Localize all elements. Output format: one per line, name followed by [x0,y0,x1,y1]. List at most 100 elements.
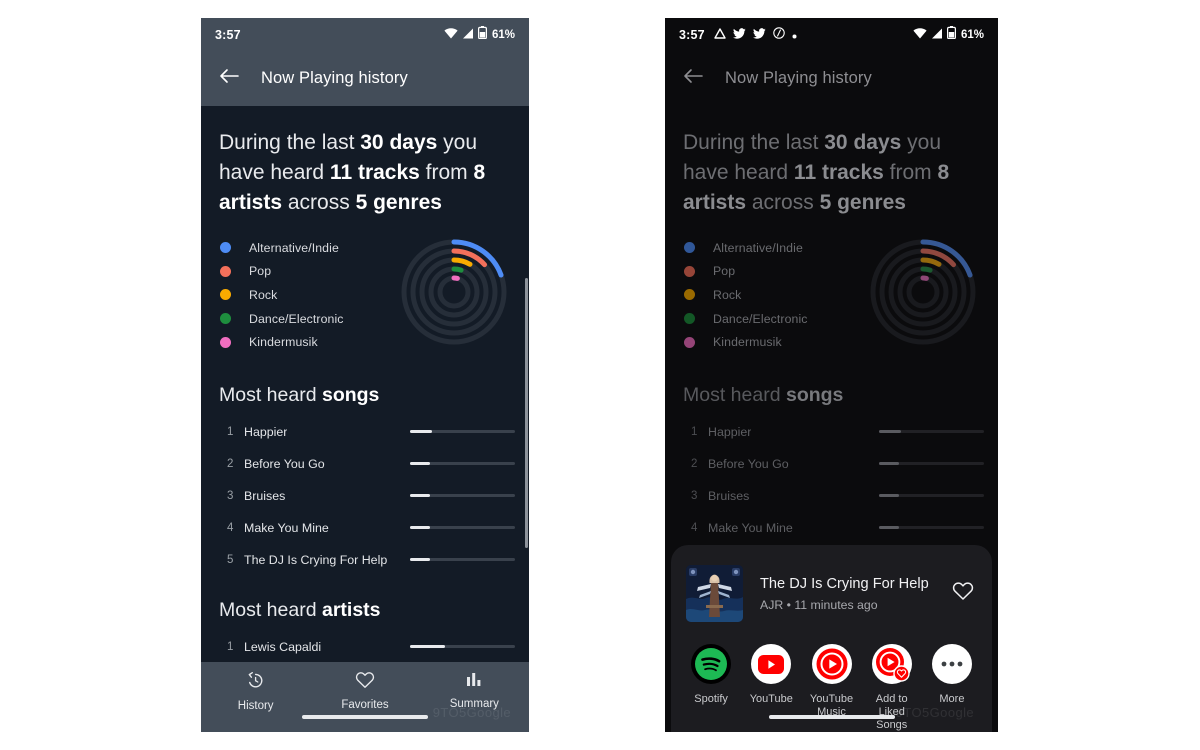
page-title: Now Playing history [725,69,872,87]
legend-color-dot [220,313,231,325]
legend-item-label: Pop [713,264,736,279]
action-spotify[interactable]: Spotify [681,644,741,732]
list-item[interactable]: 2 Before You Go [665,452,998,475]
legend-item-label: Alternative/Indie [713,240,803,255]
genre-breakdown: Alternative/Indie Pop Rock Dance/Electronic… [665,236,998,356]
back-arrow-icon[interactable] [219,68,239,89]
page-title: Now Playing history [261,69,408,87]
genre-legend: Alternative/Indie Pop Rock Dance/Electronic… [684,236,808,354]
sheet-track-row[interactable]: The DJ Is Crying For Help AJR • 11 minut… [671,545,992,622]
summary-tracks: 11 tracks [793,161,884,184]
list-item[interactable]: 4 Make You Mine [665,516,998,539]
section-title-songs: Most heard songs [201,356,529,411]
list-item[interactable]: 1 Happier [665,420,998,443]
rank-label: Make You Mine [244,520,329,535]
gesture-home-bar[interactable] [768,715,895,719]
legend-color-dot [684,336,695,348]
songs-title-light: Most heard [219,384,322,406]
artists-title-bold: artists [321,599,381,621]
phone-screenshot-left: 3:57 61% Now Playing history During the … [201,18,529,732]
list-item[interactable]: 3 Bruises [665,484,998,507]
rank-label: Lewis Capaldi [244,639,322,654]
summary-genres: 5 genres [355,191,442,214]
back-arrow-icon[interactable] [683,68,703,89]
genre-breakdown: Alternative/Indie Pop Rock Dance/Electronic… [201,236,529,356]
legend-item-label: Dance/Electronic [713,311,808,326]
legend-item: Pop [220,260,344,284]
list-item[interactable]: 4 Make You Mine [201,516,529,539]
status-time: 3:57 [215,27,241,42]
play-count-bar-fill [410,558,430,561]
legend-color-dot [684,242,695,254]
summary-days: 30 days [824,131,902,154]
legend-color-dot [220,242,231,254]
summary-mid3: across [746,191,820,214]
songs-title-light: Most heard [683,384,786,406]
play-count-bar-track [879,430,984,433]
legend-color-dot [220,336,231,348]
genre-legend: Alternative/Indie Pop Rock Dance/Electronic… [220,236,344,354]
signal-icon [462,26,474,44]
twitter-icon [752,26,766,44]
legend-item: Dance/Electronic [220,307,344,331]
genre-radial-chart [865,234,981,355]
nav-item-favorites[interactable]: Favorites [310,671,419,711]
gesture-home-bar[interactable] [302,715,428,719]
status-indicators: 61% [913,25,984,44]
watermark: 9TO5Google [895,705,974,720]
play-count-bar-fill [410,526,430,529]
list-item[interactable]: 1 Lewis Capaldi [201,635,529,658]
play-count-bar-fill [410,462,430,465]
summary-mid3: across [282,191,356,214]
legend-item-label: Rock [713,287,742,302]
legend-color-dot [220,265,231,277]
dot-icon [792,26,797,44]
home-triangle-icon [714,26,726,44]
rank-label: Bruises [708,488,750,503]
legend-item: Pop [684,260,808,284]
heart-outline-icon[interactable] [952,581,974,606]
vertical-scrollbar[interactable] [525,278,528,548]
track-title: The DJ Is Crying For Help [760,575,929,592]
list-item[interactable]: 2 Before You Go [201,452,529,475]
legend-item-label: Rock [249,287,278,302]
rank-label: Bruises [244,488,286,503]
legend-item: Kindermusik [220,330,344,354]
app-bar: Now Playing history [665,51,998,106]
status-indicators: 61% [444,25,515,44]
list-item[interactable]: 1 Happier [201,420,529,443]
status-bar: 3:57 61% [201,18,529,51]
rank-label: Happier [708,424,752,439]
play-count-bar-track [410,430,515,433]
play-count-bar-track [879,462,984,465]
play-count-bar-fill [410,494,430,497]
list-item[interactable]: 5 The DJ Is Crying For Help [201,548,529,571]
battery-percent: 61% [960,28,984,41]
legend-color-dot [220,289,231,301]
list-item[interactable]: 3 Bruises [201,484,529,507]
screenshot-stage: 3:57 61% Now Playing history During the … [0,0,1200,750]
rank-number: 1 [227,640,234,653]
battery-icon [946,25,956,44]
spotify-icon [691,644,732,684]
legend-item-label: Alternative/Indie [249,240,339,255]
rank-number: 2 [227,457,234,470]
wifi-icon [444,26,458,44]
nav-item-history[interactable]: History [201,671,310,712]
play-count-bar-track [879,494,984,497]
history-clock-icon [246,671,265,695]
summary-prefix: During the last [683,131,825,154]
artists-title-light: Most heard [219,599,322,621]
rank-number: 3 [227,489,234,502]
legend-item-label: Kindermusik [249,335,318,350]
rank-number: 1 [227,425,234,438]
legend-item-label: Dance/Electronic [249,311,344,326]
now-playing-bottom-sheet: The DJ Is Crying For Help AJR • 11 minut… [671,545,992,732]
rank-number: 5 [227,553,234,566]
scroll-content[interactable]: During the last 30 days you have heard 1… [201,106,529,732]
summary-mid2: from [419,161,474,184]
legend-item: Rock [220,283,344,307]
play-count-bar-fill [410,645,445,648]
action-label-spotify: Spotify [694,693,728,705]
bottom-navigation: History Favorites Summary 9TO5Google [201,662,529,732]
